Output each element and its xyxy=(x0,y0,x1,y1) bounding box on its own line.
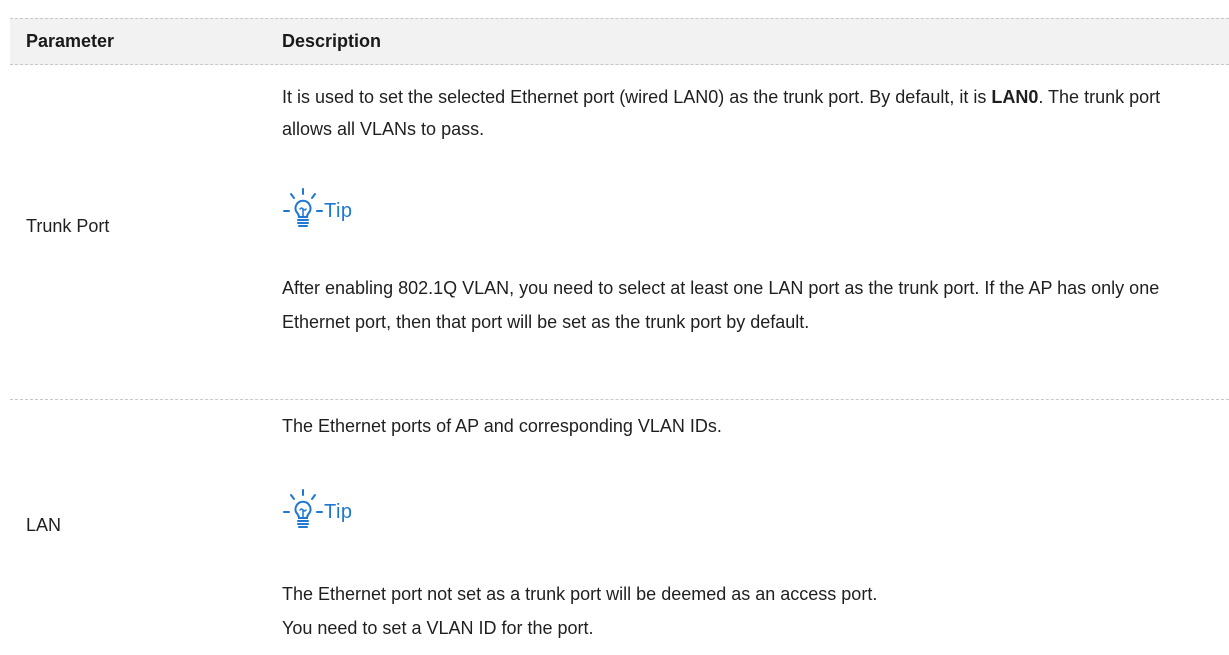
description-text: It is used to set the selected Ethernet … xyxy=(282,81,1202,145)
table-header: Parameter Description xyxy=(10,18,1229,65)
parameter-name: LAN xyxy=(26,515,62,535)
lightbulb-icon xyxy=(283,188,323,227)
header-description: Description xyxy=(282,31,382,51)
tip-text-line-2: You need to set a VLAN ID for the port. xyxy=(282,618,594,638)
description-bold: LAN0 xyxy=(991,87,1039,107)
parameter-name: Trunk Port xyxy=(26,216,110,236)
table-row: Trunk Port It is used to set the selecte… xyxy=(10,65,1229,400)
tip-callout: Tip xyxy=(282,187,402,235)
description-pre: It is used to set the selected Ethernet … xyxy=(282,87,992,107)
tip-label: Tip xyxy=(324,501,353,523)
tip-label: Tip xyxy=(324,200,353,222)
tip-callout: Tip xyxy=(282,488,402,536)
lightbulb-icon xyxy=(283,489,323,528)
tip-text: After enabling 802.1Q VLAN, you need to … xyxy=(282,278,1160,332)
header-parameter: Parameter xyxy=(26,31,115,51)
tip-text-line-1: The Ethernet port not set as a trunk por… xyxy=(282,584,878,604)
table-row: LAN The Ethernet ports of AP and corresp… xyxy=(10,400,1229,655)
description-text: The Ethernet ports of AP and correspondi… xyxy=(282,416,722,436)
